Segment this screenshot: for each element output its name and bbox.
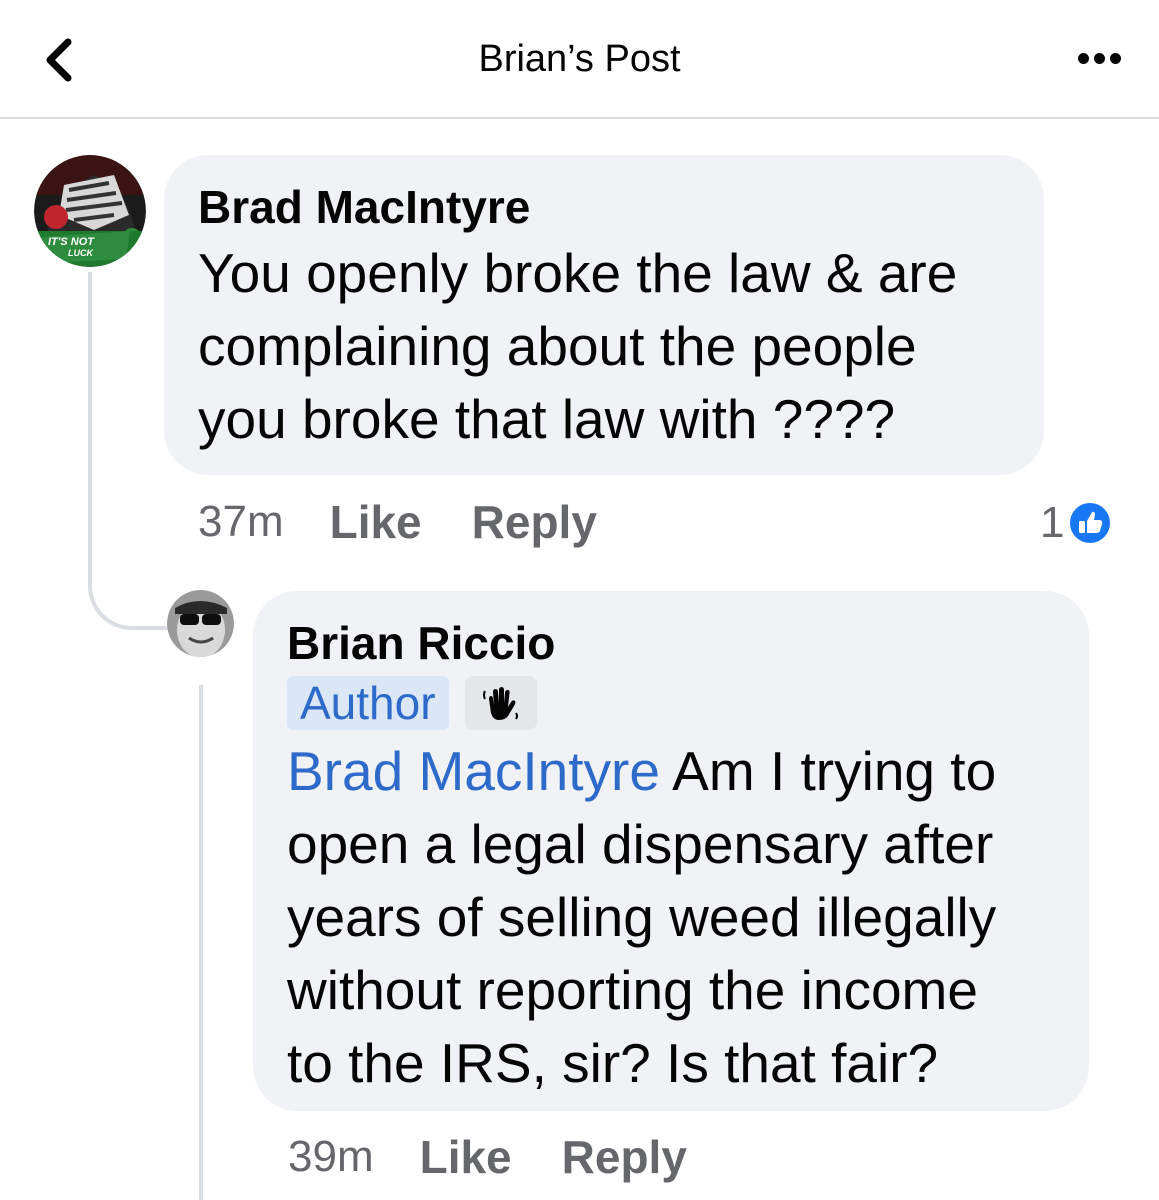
more-horizontal-icon [1078, 52, 1089, 64]
comment-line: to the IRS, sir? Is that fair? [287, 1032, 939, 1094]
top-bar: Brian’s Post [0, 0, 1159, 119]
comment-timestamp[interactable]: 39m [288, 1132, 374, 1182]
thread-connector [199, 685, 203, 1200]
comment-line: Brad MacIntyre Am I trying to [287, 735, 1055, 808]
page-title: Brian’s Post [478, 38, 681, 80]
like-button[interactable]: Like [330, 495, 422, 549]
author-badge: Author [287, 676, 449, 730]
more-options-button[interactable] [1061, 38, 1121, 78]
comment-text: Brad MacIntyre Am I trying to open a leg… [287, 735, 1055, 1100]
comment-bubble[interactable]: Brad MacIntyre You openly broke the law … [164, 155, 1044, 475]
comment-line-text: Am I trying to [659, 740, 997, 802]
waving-hand-glyph [482, 687, 518, 720]
reply-button[interactable]: Reply [472, 495, 597, 549]
reaction-summary[interactable]: 1 [1040, 495, 1113, 551]
like-button[interactable]: Like [420, 1130, 512, 1184]
comment-line: You openly broke the law & are [198, 242, 958, 304]
reply-button[interactable]: Reply [562, 1130, 687, 1184]
mention-link[interactable]: Brad MacIntyre [287, 740, 660, 802]
post-comments-screen: Brian’s Post IT'S NOT LUCK Brad MacIntyr… [0, 0, 1159, 1200]
comment-actions: 37m Like Reply [198, 492, 647, 552]
comment-line: you broke that law with ???? [198, 388, 896, 450]
more-dot [1110, 52, 1121, 64]
profile-picture [167, 590, 234, 657]
profile-picture: IT'S NOT LUCK [34, 155, 146, 267]
comment-bubble[interactable]: Brian Riccio Author Brad MacIntyre Am I … [253, 591, 1089, 1111]
comment-timestamp[interactable]: 37m [198, 497, 284, 547]
comment-author[interactable]: Brian Riccio [287, 617, 1055, 669]
comment-actions: 39m Like Reply [288, 1127, 737, 1187]
comment-line: open a legal dispensary after [287, 813, 994, 875]
waving-hand-icon[interactable] [464, 676, 537, 730]
like-reaction-icon [1068, 501, 1113, 545]
more-dot [1094, 52, 1105, 64]
comment-text: You openly broke the law & are complaini… [198, 237, 1010, 456]
reaction-count: 1 [1040, 498, 1065, 547]
svg-text:LUCK: LUCK [68, 248, 94, 258]
thread-connector [88, 272, 172, 630]
avatar[interactable]: IT'S NOT LUCK [34, 155, 146, 267]
comment-line: complaining about the people [198, 315, 917, 377]
svg-text:IT'S NOT: IT'S NOT [48, 236, 95, 248]
comment-line: without reporting the income [287, 959, 978, 1021]
avatar[interactable] [167, 590, 234, 657]
author-badges: Author [287, 675, 1055, 731]
comment-line: years of selling weed illegally [287, 886, 997, 948]
comment-author[interactable]: Brad MacIntyre [198, 181, 1010, 233]
